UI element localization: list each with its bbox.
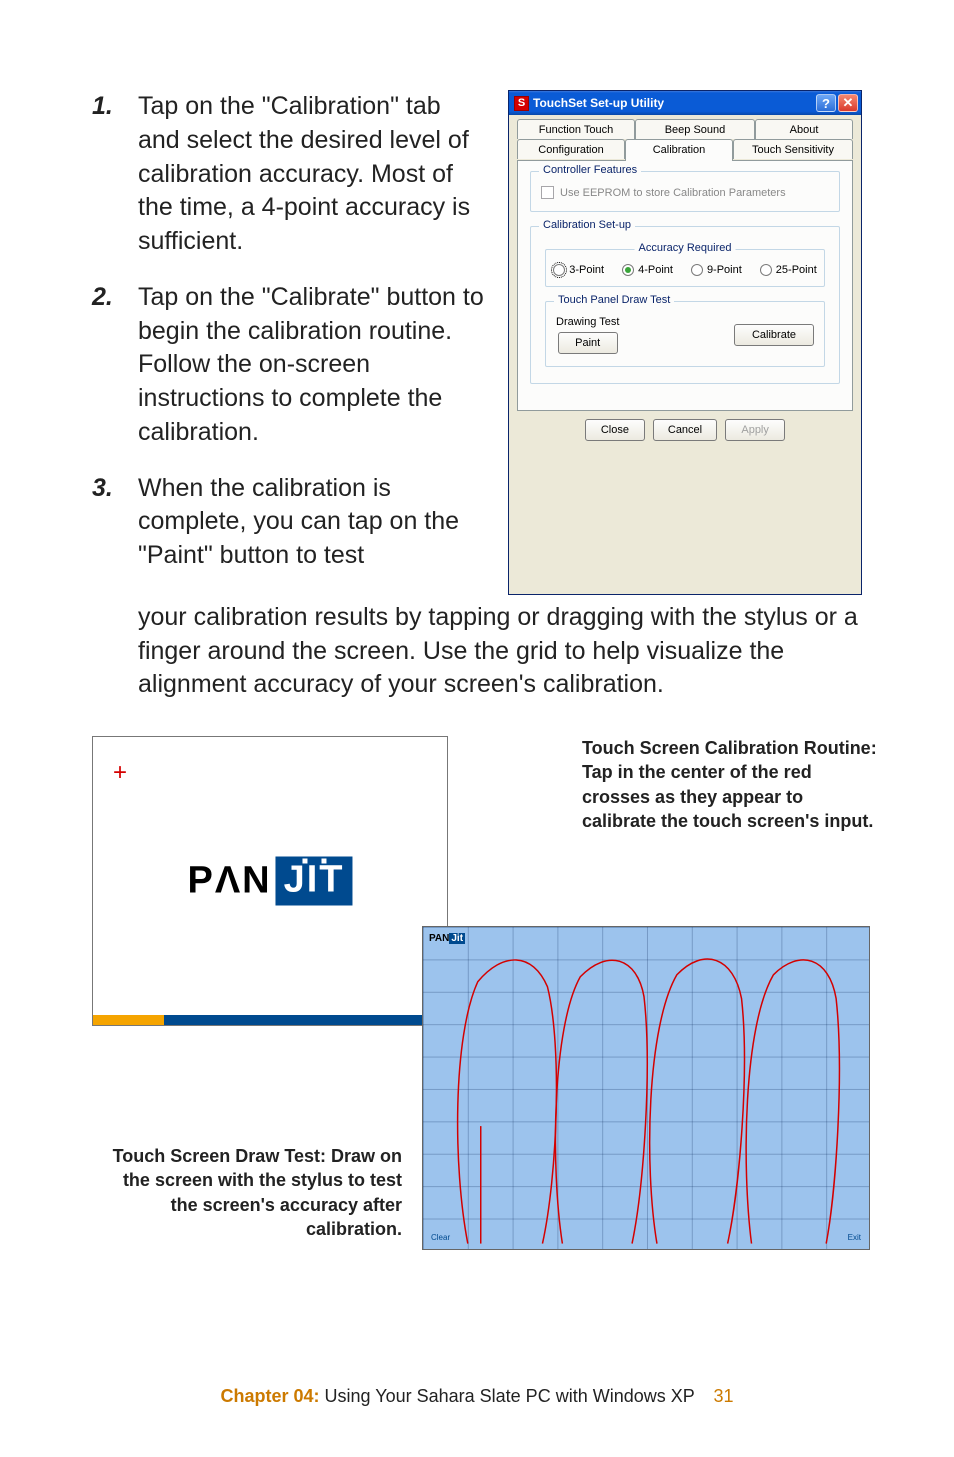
window-title: TouchSet Set-up Utility <box>533 96 814 110</box>
app-icon: S <box>514 96 529 111</box>
radio-9-label: 9-Point <box>707 264 742 276</box>
draw-test-caption: Touch Screen Draw Test: Draw on the scre… <box>92 1144 402 1241</box>
panjit-logo: PΛN JIT <box>187 857 352 906</box>
panjit-jit-text: JIT <box>284 859 345 901</box>
drawbox-exit-button[interactable]: Exit <box>846 1232 863 1243</box>
controller-features-group: Controller Features Use EEPROM to store … <box>530 171 840 212</box>
step-text-2: Tap on the "Calibrate" button to begin t… <box>138 281 484 450</box>
radio-4-label: 4-Point <box>638 264 673 276</box>
titlebar[interactable]: S TouchSet Set-up Utility ? ✕ <box>509 91 861 115</box>
radio-9-point[interactable]: 9-Point <box>691 264 742 276</box>
panjit-pan-text: PΛN <box>187 860 271 903</box>
cancel-button[interactable]: Cancel <box>653 419 717 441</box>
drawing-test-label: Drawing Test <box>556 316 619 328</box>
tab-beep-sound[interactable]: Beep Sound <box>635 119 755 139</box>
radio-25-label: 25-Point <box>776 264 817 276</box>
step-3-continuation: your calibration results by tapping or d… <box>138 601 862 702</box>
close-button[interactable]: Close <box>585 419 645 441</box>
drawbox-clear-button[interactable]: Clear <box>429 1232 452 1243</box>
radio-icon <box>553 264 565 276</box>
footer-title: Using Your Sahara Slate PC with Windows … <box>320 1386 695 1406</box>
paint-button[interactable]: Paint <box>558 332 618 354</box>
step-text-3: When the calibration is complete, you ca… <box>138 472 484 573</box>
calibration-cross-icon: + <box>113 759 127 787</box>
tab-touch-sensitivity[interactable]: Touch Sensitivity <box>733 139 853 159</box>
help-button[interactable]: ? <box>816 94 836 112</box>
radio-icon <box>691 264 703 276</box>
accuracy-required-group: Accuracy Required 3-Point 4-Point 9-Poin… <box>545 249 825 287</box>
apply-button[interactable]: Apply <box>725 419 785 441</box>
touchset-dialog: S TouchSet Set-up Utility ? ✕ Function T… <box>508 90 862 595</box>
radio-4-point[interactable]: 4-Point <box>622 264 673 276</box>
accuracy-required-legend: Accuracy Required <box>635 242 736 254</box>
radio-icon <box>760 264 772 276</box>
tab-configuration[interactable]: Configuration <box>517 139 625 159</box>
draw-test-legend: Touch Panel Draw Test <box>554 294 674 306</box>
step-number-3: 3. <box>92 472 138 573</box>
draw-test-screenshot: PANJit Clear Exit <box>422 926 870 1250</box>
tab-calibration[interactable]: Calibration <box>625 139 733 161</box>
radio-3-point[interactable]: 3-Point <box>553 264 604 276</box>
footer-page-number: 31 <box>713 1386 733 1406</box>
step-text-1: Tap on the "Calibration" tab and select … <box>138 90 484 259</box>
radio-25-point[interactable]: 25-Point <box>760 264 817 276</box>
calibrate-button[interactable]: Calibrate <box>734 324 814 346</box>
drawn-strokes <box>423 927 869 1250</box>
eeprom-checkbox[interactable]: Use EEPROM to store Calibration Paramete… <box>541 186 829 199</box>
tab-about[interactable]: About <box>755 119 853 139</box>
calibration-routine-screenshot: + PΛN JIT <box>92 736 448 1026</box>
step-number-2: 2. <box>92 281 138 450</box>
radio-3-label: 3-Point <box>569 264 604 276</box>
radio-icon <box>622 264 634 276</box>
checkbox-icon <box>541 186 554 199</box>
step-number-1: 1. <box>92 90 138 259</box>
controller-features-legend: Controller Features <box>539 164 641 176</box>
eeprom-label: Use EEPROM to store Calibration Paramete… <box>560 187 786 199</box>
touch-panel-draw-test-group: Touch Panel Draw Test Drawing Test Paint… <box>545 301 825 367</box>
calibration-routine-caption: Touch Screen Calibration Routine: Tap in… <box>582 736 882 833</box>
calibration-setup-legend: Calibration Set-up <box>539 219 635 231</box>
footer-chapter: Chapter 04: <box>221 1386 320 1406</box>
calibration-setup-group: Calibration Set-up Accuracy Required 3-P… <box>530 226 840 384</box>
close-window-button[interactable]: ✕ <box>838 94 858 112</box>
tab-function-touch[interactable]: Function Touch <box>517 119 635 139</box>
page-footer: Chapter 04: Using Your Sahara Slate PC w… <box>0 1386 954 1407</box>
